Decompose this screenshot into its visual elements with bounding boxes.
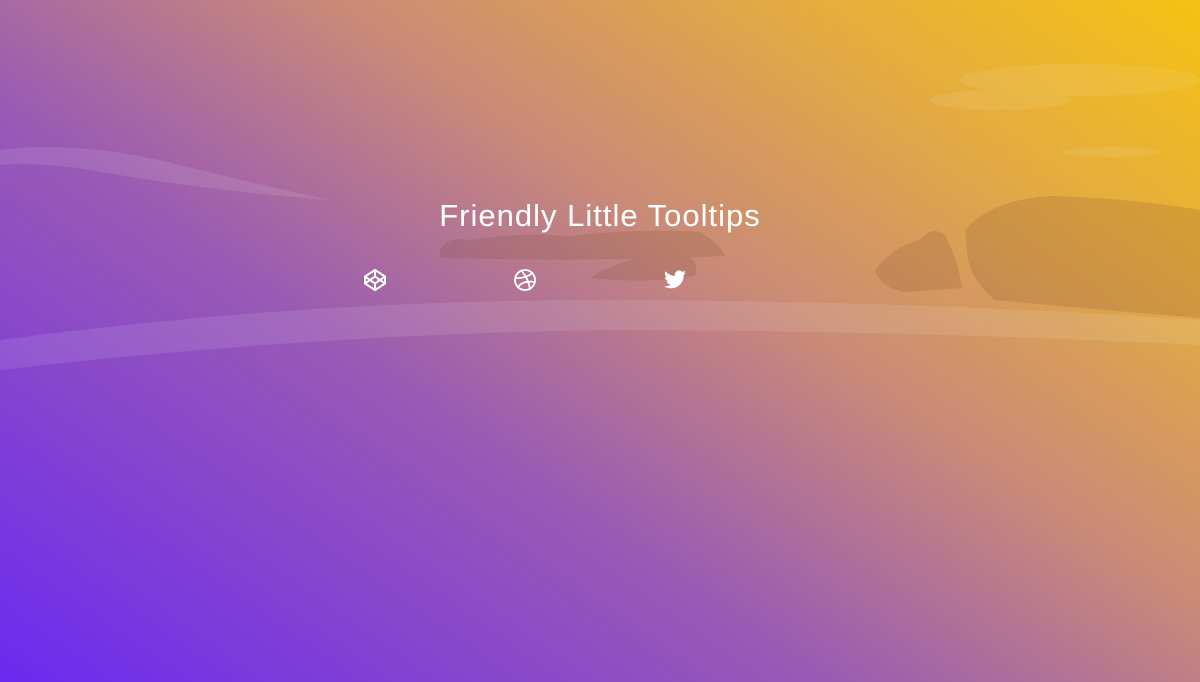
page-title: Friendly Little Tooltips bbox=[439, 198, 761, 233]
page: { "page": { "title": "Friendly Little To… bbox=[0, 0, 1200, 682]
twitter-link[interactable] bbox=[661, 266, 689, 294]
dribbble-icon bbox=[513, 268, 537, 292]
twitter-icon bbox=[663, 268, 687, 292]
dribbble-link[interactable] bbox=[511, 266, 539, 294]
codepen-icon bbox=[363, 268, 387, 292]
codepen-link[interactable] bbox=[361, 266, 389, 294]
main-content: Friendly Little Tooltips bbox=[0, 0, 1200, 682]
